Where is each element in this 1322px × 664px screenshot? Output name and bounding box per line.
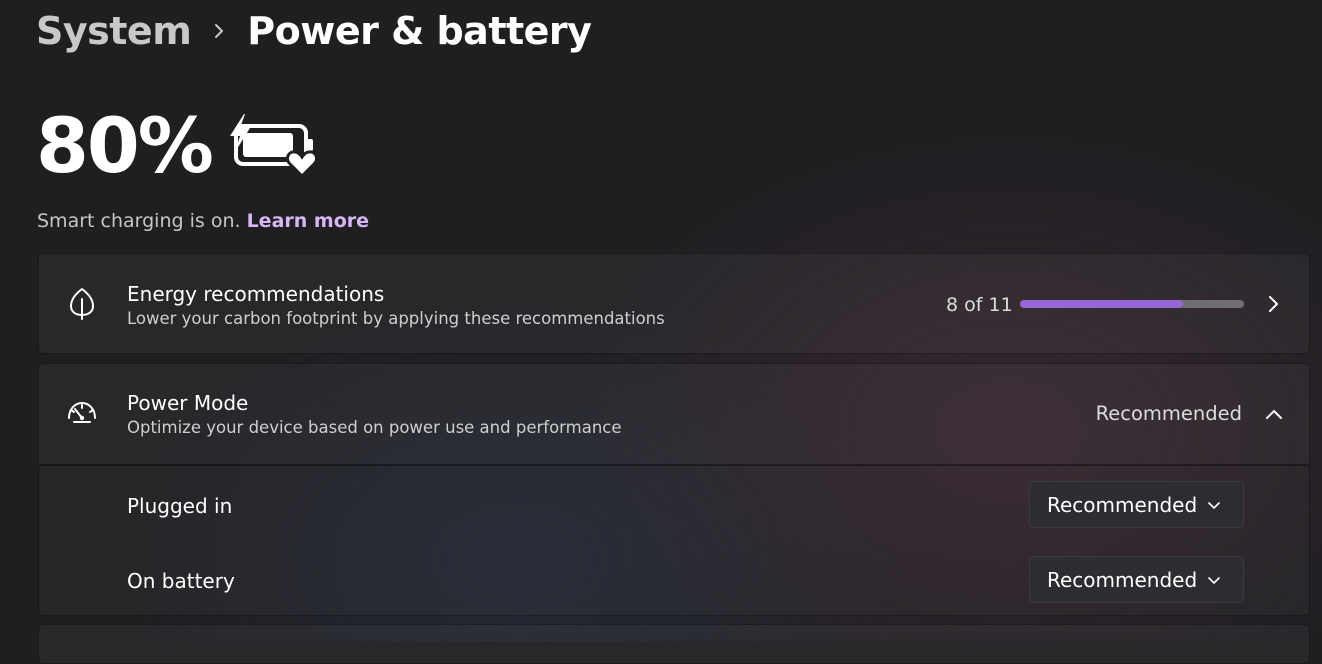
power-mode-value: Recommended: [1095, 402, 1242, 425]
breadcrumb-separator-icon: [213, 21, 225, 41]
battery-percentage: 80%: [36, 101, 214, 190]
plugged-in-dropdown-value: Recommended: [1047, 493, 1198, 517]
plugged-in-label: Plugged in: [127, 494, 233, 518]
chevron-up-icon[interactable]: [1263, 404, 1285, 424]
energy-recommendations-title: Energy recommendations: [127, 282, 385, 306]
battery-charging-heart-icon: [224, 112, 324, 179]
chevron-right-icon[interactable]: [1263, 292, 1285, 316]
smart-charging-status: Smart charging is on. Learn more: [37, 210, 369, 232]
chevron-down-icon: [1206, 573, 1222, 587]
power-mode-subtitle: Optimize your device based on power use …: [127, 418, 622, 437]
on-battery-dropdown-value: Recommended: [1047, 568, 1198, 592]
recommendations-progress-bar: [1020, 300, 1244, 308]
on-battery-power-mode-dropdown[interactable]: Recommended: [1029, 556, 1244, 603]
smart-charging-text: Smart charging is on.: [37, 210, 241, 232]
on-battery-label: On battery: [127, 569, 235, 593]
breadcrumb: System Power & battery: [36, 6, 592, 56]
speedometer-icon: [65, 396, 99, 430]
recommendations-progress-fill: [1020, 300, 1183, 308]
power-mode-title: Power Mode: [127, 391, 249, 415]
next-settings-card[interactable]: [38, 624, 1310, 664]
breadcrumb-system-link[interactable]: System: [36, 9, 192, 53]
energy-recommendations-card[interactable]: Energy recommendations Lower your carbon…: [38, 253, 1310, 354]
power-mode-card[interactable]: Power Mode Optimize your device based on…: [38, 363, 1310, 465]
chevron-down-icon: [1206, 498, 1222, 512]
energy-recommendations-subtitle: Lower your carbon footprint by applying …: [127, 309, 665, 328]
page-title: Power & battery: [247, 9, 592, 53]
recommendations-progress-text: 8 of 11: [946, 294, 1013, 316]
power-mode-expanded-panel: Plugged in Recommended On battery Recomm…: [38, 465, 1310, 616]
plugged-in-power-mode-dropdown[interactable]: Recommended: [1029, 481, 1244, 528]
learn-more-link[interactable]: Learn more: [247, 210, 369, 232]
leaf-icon: [65, 286, 99, 320]
